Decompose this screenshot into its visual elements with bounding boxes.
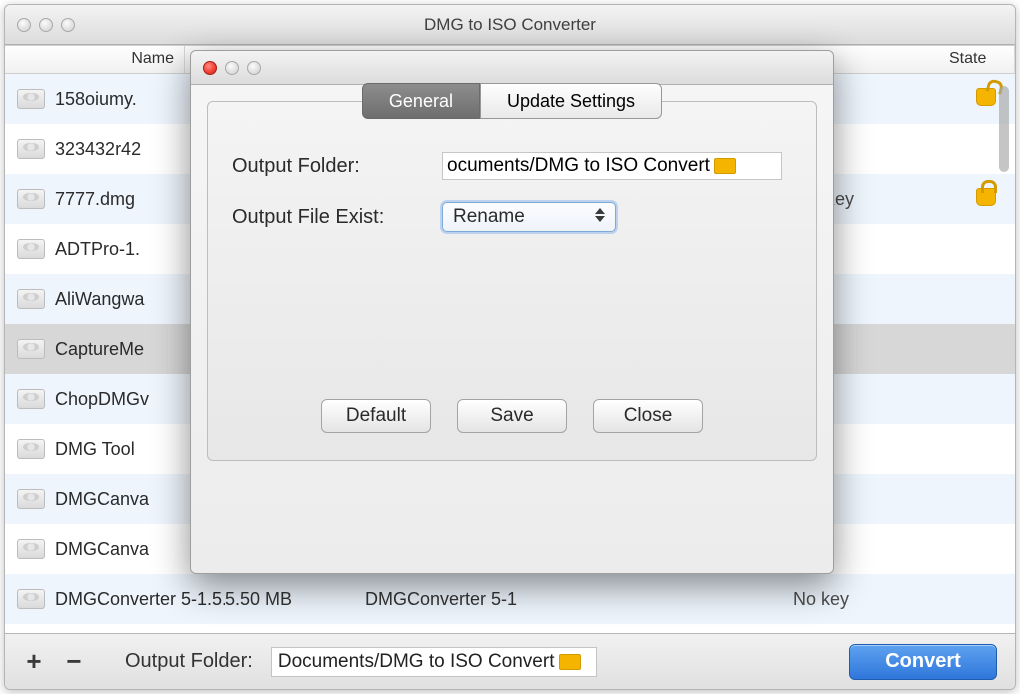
lock-icon (976, 88, 996, 106)
folder-icon[interactable] (714, 158, 736, 174)
dmg-icon (17, 489, 45, 509)
dmg-icon (17, 589, 45, 609)
col-name[interactable]: Name (5, 46, 185, 73)
output-folder-path[interactable]: ocuments/DMG to ISO Convert (442, 152, 782, 180)
app-title: DMG to ISO Converter (5, 15, 1015, 35)
output-folder-label-modal: Output Folder: (232, 155, 422, 178)
lock-cell (963, 188, 1009, 211)
modal-actions: Default Save Close (207, 399, 817, 433)
modal-titlebar[interactable] (191, 51, 833, 85)
output-folder-label: Output Folder: (125, 650, 253, 673)
main-titlebar[interactable]: DMG to ISO Converter (5, 5, 1015, 45)
output-exist-select[interactable]: Rename (442, 202, 616, 232)
lock-icon (976, 188, 996, 206)
add-button[interactable]: + (23, 646, 45, 677)
close-button[interactable]: Close (593, 399, 703, 433)
output-folder-value: Documents/DMG to ISO Convert (278, 651, 555, 673)
dmg-icon (17, 389, 45, 409)
output-folder-field[interactable]: Documents/DMG to ISO Convert (271, 647, 597, 677)
dmg-icon (17, 239, 45, 259)
output-exist-value: Rename (453, 206, 525, 228)
dmg-icon (17, 339, 45, 359)
remove-button[interactable]: − (63, 646, 85, 677)
modal-minimize-icon[interactable] (225, 61, 239, 75)
col-state[interactable]: State (939, 46, 1015, 73)
file-size: 5.50 MB (225, 589, 365, 610)
tab-update-settings[interactable]: Update Settings (480, 83, 662, 119)
stepper-icon (595, 208, 607, 222)
output-folder-path-value: ocuments/DMG to ISO Convert (447, 155, 710, 177)
folder-icon (559, 654, 581, 670)
dmg-icon (17, 139, 45, 159)
key-status: No key (793, 589, 963, 610)
dmg-icon (17, 289, 45, 309)
settings-modal: General Update Settings Output Folder: o… (190, 50, 834, 574)
default-button[interactable]: Default (321, 399, 431, 433)
table-row[interactable]: DMGConverter 5-1.5....5.50 MBDMGConverte… (5, 574, 1015, 624)
convert-button[interactable]: Convert (849, 644, 997, 680)
tab-general[interactable]: General (362, 83, 480, 119)
scrollbar-thumb[interactable] (999, 86, 1009, 172)
save-button[interactable]: Save (457, 399, 567, 433)
file-name: DMGConverter 5-1.5.... (55, 589, 225, 610)
modal-close-icon[interactable] (203, 61, 217, 75)
bottom-toolbar: + − Output Folder: Documents/DMG to ISO … (5, 633, 1015, 689)
output-exist-label: Output File Exist: (232, 206, 422, 229)
dmg-icon (17, 439, 45, 459)
dmg-icon (17, 539, 45, 559)
modal-zoom-icon[interactable] (247, 61, 261, 75)
file-title: DMGConverter 5-1 (365, 589, 793, 610)
modal-traffic-lights (191, 61, 261, 75)
dmg-icon (17, 89, 45, 109)
dmg-icon (17, 189, 45, 209)
